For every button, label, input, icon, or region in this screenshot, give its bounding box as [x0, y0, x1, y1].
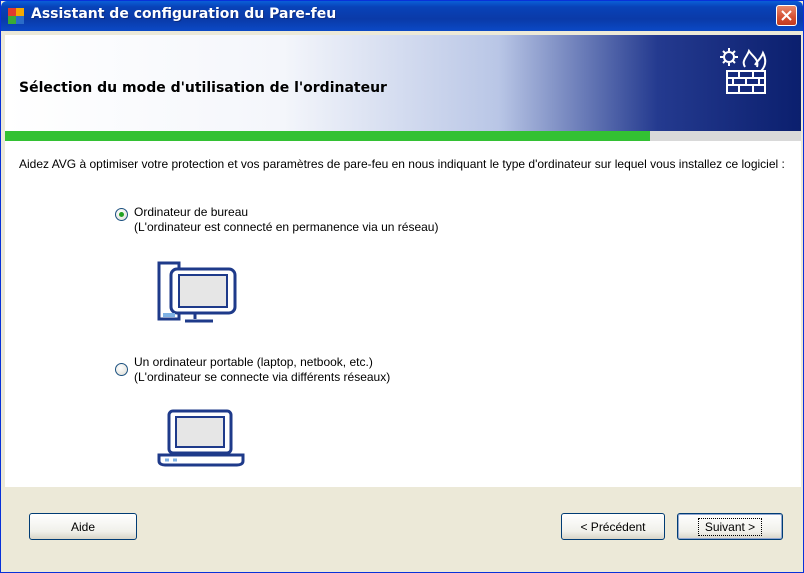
radio-laptop[interactable] — [115, 363, 128, 376]
wizard-window: Assistant de configuration du Pare-feu S… — [0, 0, 804, 573]
radio-desktop[interactable] — [115, 208, 128, 221]
next-button-label: Suivant > — [697, 518, 763, 536]
close-icon — [781, 10, 792, 21]
wizard-header: Sélection du mode d'utilisation de l'ord… — [5, 35, 801, 131]
window-title: Assistant de configuration du Pare-feu — [31, 6, 337, 22]
firewall-gear-icon — [720, 48, 767, 94]
option-laptop-label[interactable]: Un ordinateur portable (laptop, netbook,… — [134, 355, 373, 370]
intro-text: Aidez AVG à optimiser votre protection e… — [19, 157, 785, 171]
back-button[interactable]: < Précédent — [561, 513, 665, 540]
close-button[interactable] — [776, 5, 797, 26]
wizard-content: Aidez AVG à optimiser votre protection e… — [5, 141, 801, 487]
option-desktop-label[interactable]: Ordinateur de bureau — [134, 205, 248, 220]
next-button[interactable]: Suivant > — [677, 513, 783, 540]
option-desktop-description: (L'ordinateur est connecté en permanence… — [134, 220, 439, 234]
help-button[interactable]: Aide — [29, 513, 137, 540]
wizard-progress-bar — [5, 131, 801, 141]
desktop-computer-icon — [157, 261, 237, 323]
wizard-progress-fill — [5, 131, 650, 141]
avg-app-icon — [8, 8, 24, 24]
title-bar[interactable]: Assistant de configuration du Pare-feu — [1, 1, 803, 31]
wizard-footer: Aide < Précédent Suivant > — [5, 487, 801, 570]
option-laptop-description: (L'ordinateur se connecte via différents… — [134, 370, 391, 384]
laptop-icon — [157, 409, 245, 467]
page-title: Sélection du mode d'utilisation de l'ord… — [19, 80, 387, 96]
radio-selected-dot — [119, 212, 124, 217]
